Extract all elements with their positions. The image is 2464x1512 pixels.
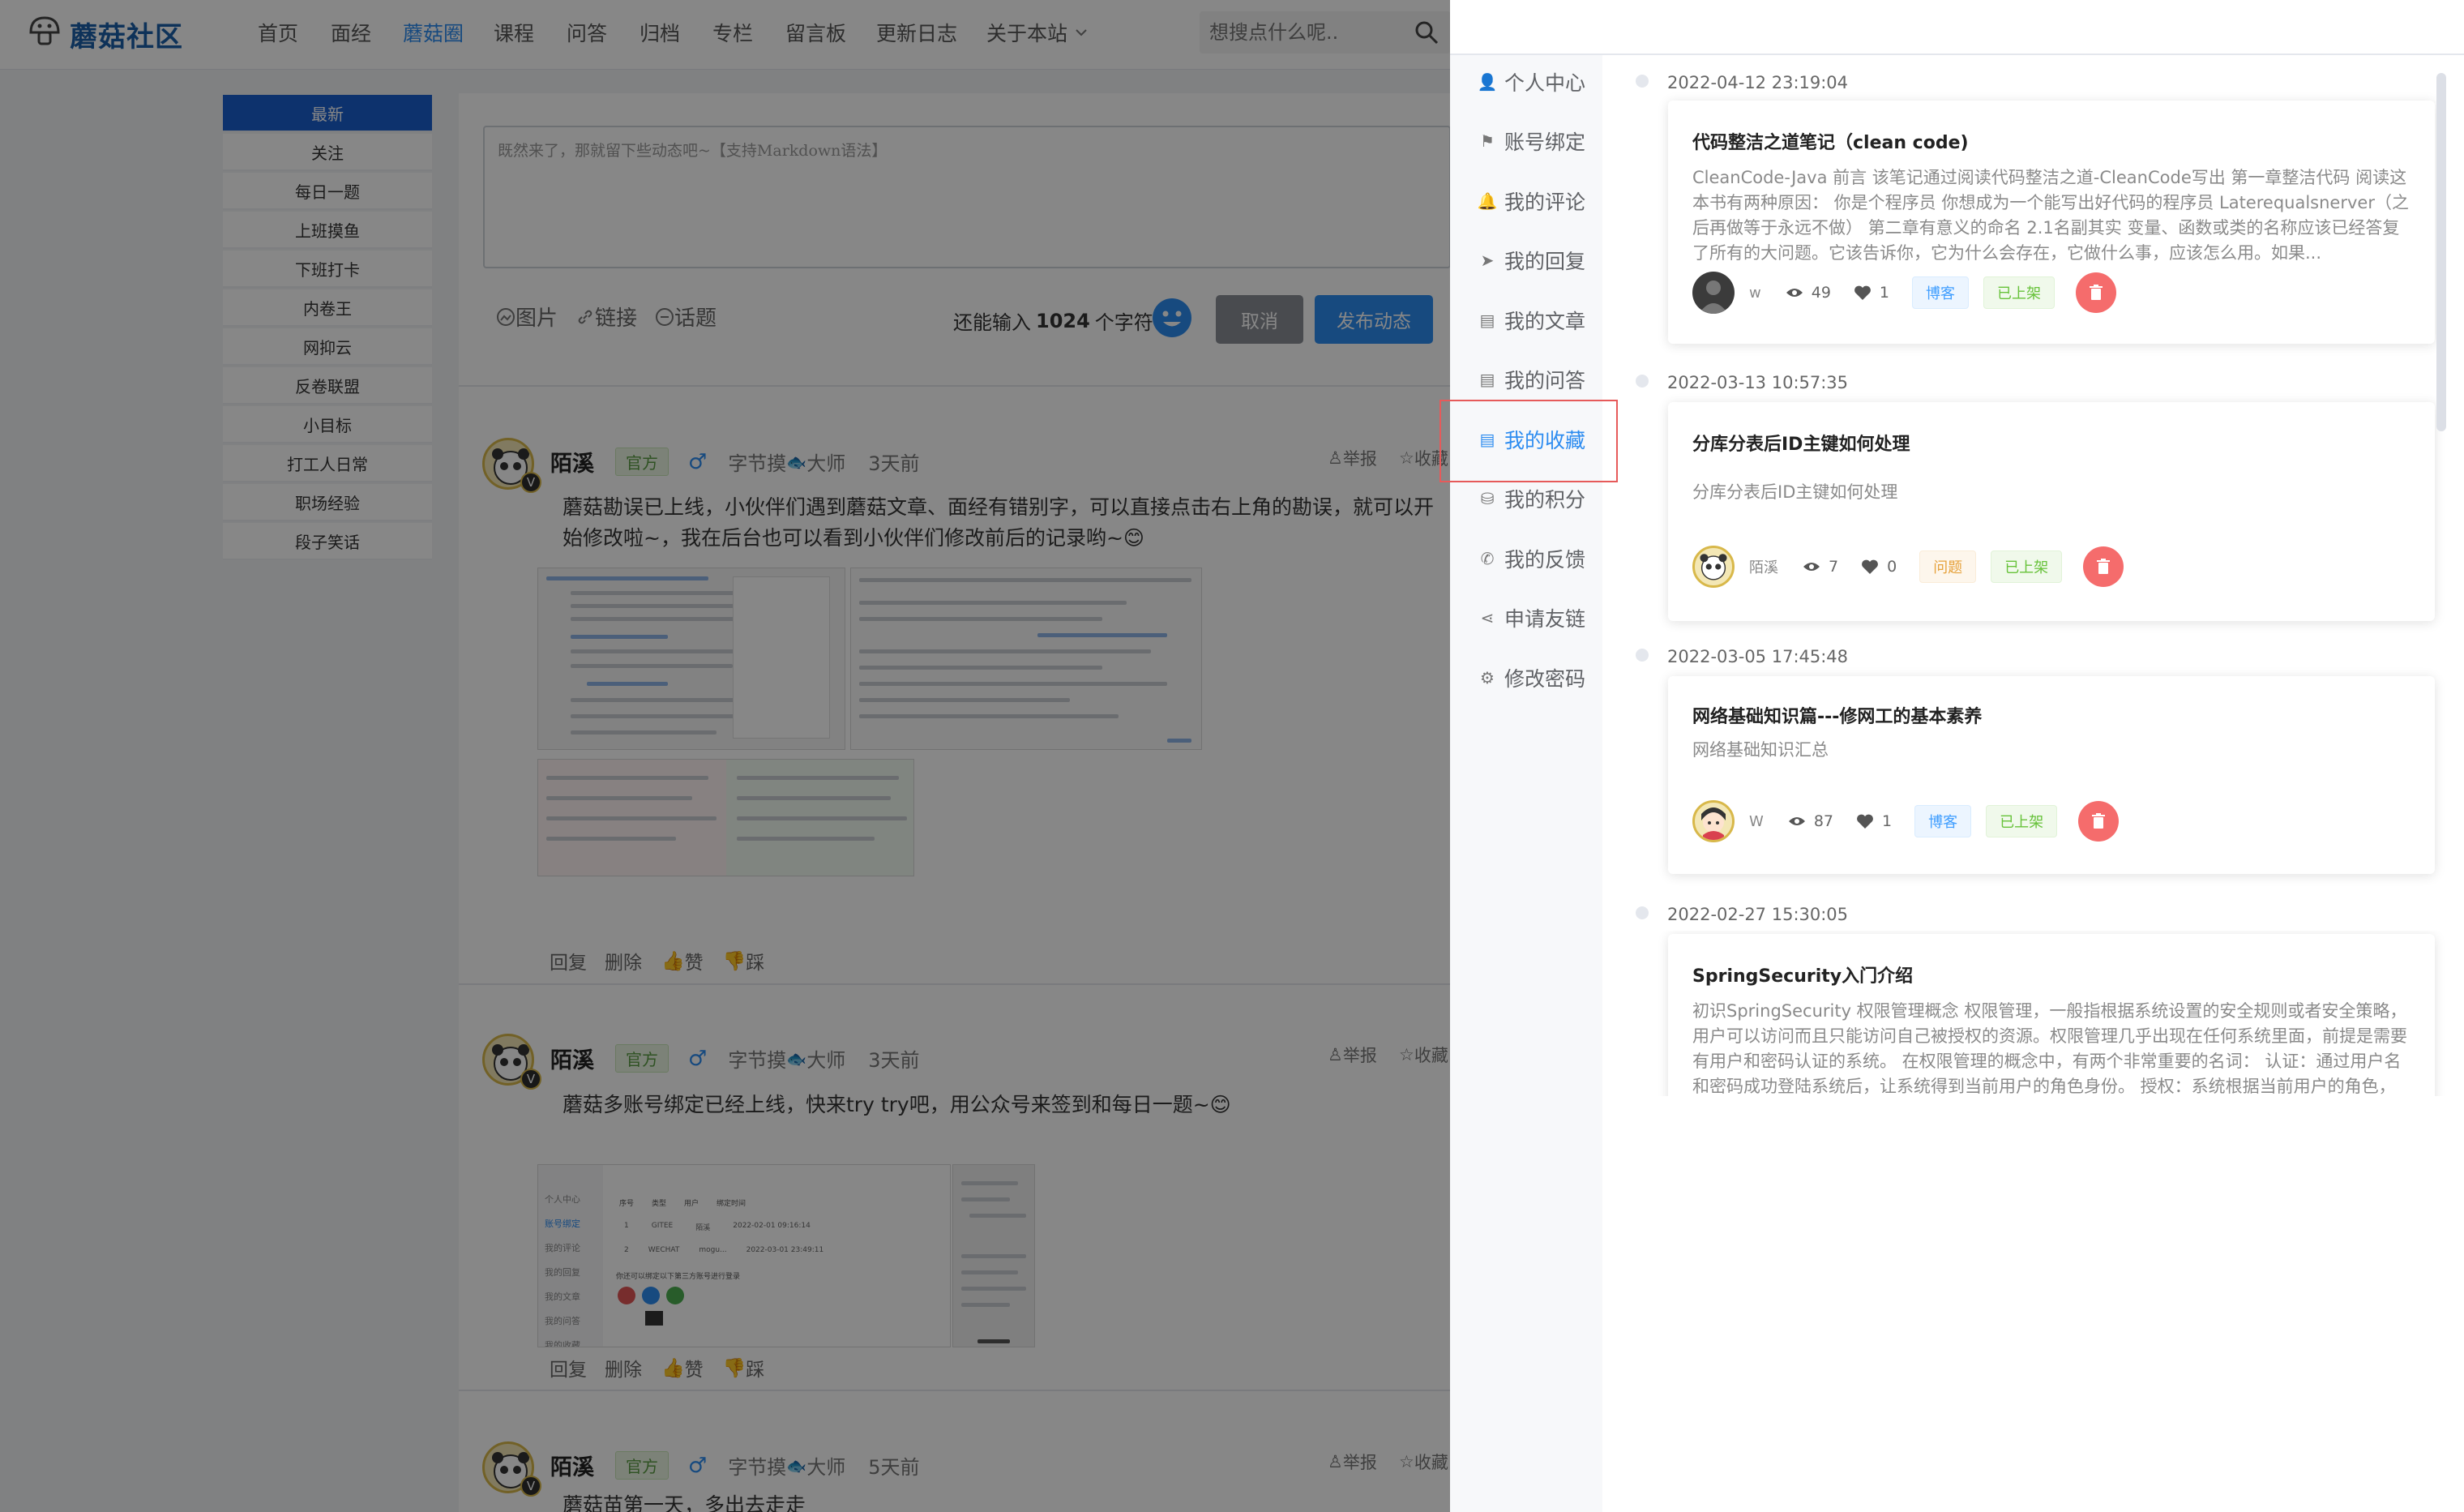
- bell-icon: 🔔: [1477, 191, 1498, 211]
- author-avatar[interactable]: [1692, 800, 1735, 842]
- type-tag: 博客: [1912, 276, 1970, 309]
- view-count: 7: [1803, 558, 1838, 576]
- gear-icon: ⚙: [1480, 668, 1495, 687]
- eye-icon: [1786, 289, 1803, 297]
- flag-icon: ⚑: [1480, 131, 1495, 151]
- delete-button[interactable]: [2083, 546, 2124, 587]
- share-icon: ⋖: [1480, 608, 1495, 628]
- menu-change-password[interactable]: ⚙ 修改密码: [1477, 663, 1585, 692]
- menu-label: 修改密码: [1504, 667, 1586, 691]
- timeline-dot: [1636, 75, 1649, 88]
- menu-my-feedback[interactable]: ✆ 我的反馈: [1477, 544, 1585, 573]
- timeline-date: 2022-03-05 17:45:48: [1667, 647, 1849, 666]
- timeline-dot: [1636, 375, 1649, 388]
- like-count-value: 1: [1882, 812, 1893, 830]
- card-title[interactable]: 代码整洁之道笔记（clean code): [1692, 128, 1969, 154]
- type-tag: 问题: [1919, 550, 1977, 583]
- card-title[interactable]: 网络基础知识篇---修网工的基本素养: [1692, 702, 1982, 728]
- panda-avatar-icon: [1700, 554, 1727, 580]
- menu-my-points[interactable]: ⛁ 我的积分: [1477, 484, 1585, 513]
- like-count: 0: [1861, 558, 1897, 576]
- scrollbar[interactable]: [2436, 73, 2446, 431]
- timeline-date: 2022-02-27 15:30:05: [1667, 905, 1849, 924]
- phone-icon: ✆: [1480, 549, 1495, 568]
- favorite-card[interactable]: 网络基础知识篇---修网工的基本素养 网络基础知识汇总 W 87 1 博客 已上…: [1668, 676, 2435, 874]
- card-title[interactable]: 分库分表后ID主键如何处理: [1692, 430, 1910, 456]
- heart-icon: [1857, 814, 1873, 829]
- view-count-value: 87: [1813, 812, 1833, 830]
- favorite-card[interactable]: 代码整洁之道笔记（clean code) CleanCode-Java 前言 该…: [1668, 101, 2435, 344]
- menu-label: 我的积分: [1504, 488, 1586, 512]
- view-count: 49: [1786, 284, 1831, 302]
- menu-account-binding[interactable]: ⚑ 账号绑定: [1477, 126, 1585, 156]
- trash-icon: [2097, 559, 2111, 574]
- card-description: 初识SpringSecurity 权限管理概念 权限管理，一般指根据系统设置的安…: [1692, 1001, 2407, 1096]
- heart-icon: [1854, 285, 1871, 300]
- focus-highlight: [1439, 400, 1618, 482]
- like-count: 1: [1854, 284, 1889, 302]
- card-title[interactable]: SpringSecurity入门介绍: [1692, 962, 1913, 987]
- trash-icon: [2090, 285, 2103, 300]
- delete-button[interactable]: [2078, 801, 2120, 842]
- menu-personal-center[interactable]: 👤 个人中心: [1477, 67, 1585, 96]
- person-avatar-icon: [1699, 281, 1728, 314]
- user-icon: 👤: [1477, 72, 1498, 92]
- card-footer: W 87 1 博客 已上架: [1692, 799, 2120, 843]
- database-icon: ⛁: [1480, 489, 1495, 508]
- eye-icon: [1788, 817, 1805, 825]
- menu-label: 个人中心: [1504, 71, 1586, 95]
- menu-my-replies[interactable]: ➤ 我的回复: [1477, 246, 1585, 275]
- view-count-value: 49: [1811, 284, 1831, 302]
- favorite-card[interactable]: SpringSecurity入门介绍 初识SpringSecurity 权限管理…: [1668, 934, 2435, 1096]
- timeline-date: 2022-03-13 10:57:35: [1667, 373, 1849, 392]
- author-avatar[interactable]: [1692, 546, 1735, 588]
- trash-icon: [2092, 813, 2106, 829]
- author-avatar[interactable]: [1692, 272, 1735, 314]
- card-clip: SpringSecurity入门介绍 初识SpringSecurity 权限管理…: [1653, 931, 2456, 1096]
- author-name: 陌溪: [1749, 559, 1778, 576]
- girl-avatar-icon: [1701, 807, 1726, 840]
- card-description: 分库分表后ID主键如何处理: [1692, 482, 1898, 502]
- author-name: w: [1749, 284, 1761, 302]
- timeline-date: 2022-04-12 23:19:04: [1667, 73, 1849, 92]
- type-tag: 博客: [1914, 805, 1972, 837]
- send-icon: ➤: [1480, 251, 1495, 270]
- status-tag: 已上架: [1991, 550, 2063, 583]
- card-description: CleanCode-Java 前言 该笔记通过阅读代码整洁之道-CleanCod…: [1692, 168, 2409, 263]
- menu-label: 我的回复: [1504, 250, 1586, 273]
- card-description: 网络基础知识汇总: [1692, 740, 1829, 760]
- author-name: W: [1749, 812, 1764, 830]
- eye-icon: [1803, 563, 1820, 571]
- menu-label: 我的反馈: [1504, 548, 1586, 572]
- menu-label: 我的问答: [1504, 369, 1586, 392]
- document-icon: ▤: [1479, 311, 1495, 330]
- drawer-header: [1450, 0, 2464, 55]
- menu-my-questions[interactable]: ▤ 我的问答: [1477, 365, 1585, 394]
- timeline-dot: [1636, 649, 1649, 662]
- card-footer: 陌溪 7 0 问题 已上架: [1692, 545, 2124, 589]
- card-footer: w 49 1 博客 已上架: [1692, 271, 2117, 315]
- modal-overlay[interactable]: [0, 0, 1450, 1512]
- view-count-value: 7: [1829, 558, 1839, 576]
- menu-label: 我的文章: [1504, 310, 1586, 333]
- delete-button[interactable]: [2076, 272, 2117, 313]
- status-tag: 已上架: [1986, 805, 2058, 837]
- menu-my-comments[interactable]: 🔔 我的评论: [1477, 186, 1585, 216]
- menu-my-articles[interactable]: ▤ 我的文章: [1477, 306, 1585, 335]
- like-count-value: 0: [1887, 558, 1897, 576]
- menu-label: 我的评论: [1504, 191, 1586, 214]
- like-count: 1: [1856, 812, 1892, 830]
- menu-label: 账号绑定: [1504, 131, 1586, 154]
- favorite-card[interactable]: 分库分表后ID主键如何处理 分库分表后ID主键如何处理 陌溪 7 0 问题 已上…: [1668, 402, 2435, 621]
- menu-label: 申请友链: [1504, 607, 1586, 631]
- status-tag: 已上架: [1983, 276, 2055, 309]
- timeline-dot: [1636, 906, 1649, 919]
- clipboard-icon: ▤: [1479, 370, 1495, 389]
- like-count-value: 1: [1879, 284, 1890, 302]
- heart-icon: [1862, 559, 1879, 574]
- menu-apply-friend-link[interactable]: ⋖ 申请友链: [1477, 603, 1585, 632]
- view-count: 87: [1788, 812, 1833, 830]
